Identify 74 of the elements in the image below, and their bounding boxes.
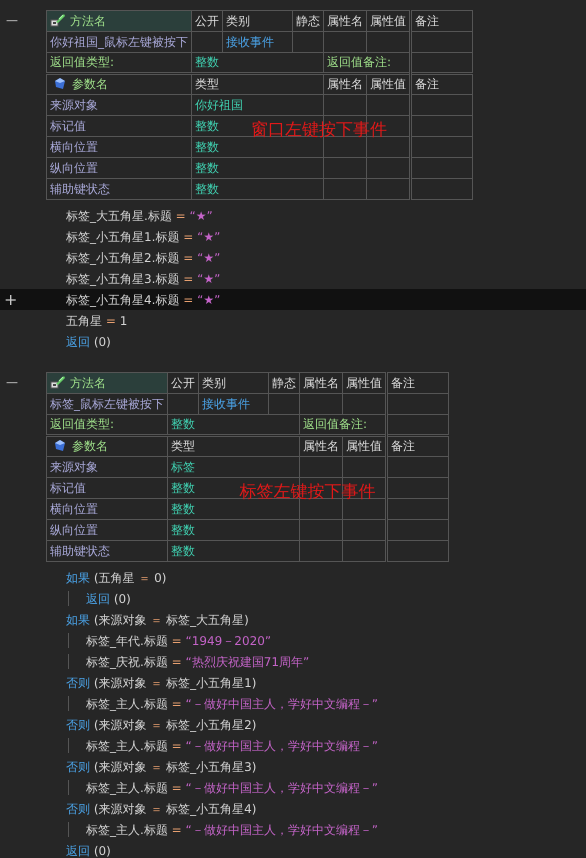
parameter-name: 辅助键状态 [46, 540, 168, 562]
table-label: 返回值类型: [46, 414, 168, 436]
code-line: 否则 (来源对象 ＝ 标签_小五角星3) [66, 758, 256, 776]
parameter-type: 整数 [168, 498, 300, 520]
parameter-type: 你好祖国 [192, 94, 324, 116]
parameter-type: 整数 [168, 540, 300, 562]
parameter-type: 整数 [192, 136, 324, 158]
code-line: 标签_小五角星4.标题 = “★” [66, 292, 220, 308]
parameter-name: 横向位置 [46, 498, 168, 520]
parameter-name: 标记值 [46, 116, 192, 136]
column-header: 备注 [386, 372, 448, 394]
fold-toggle[interactable]: — [0, 372, 18, 393]
gem-icon [54, 77, 66, 90]
column-header: 类型 [168, 436, 300, 456]
gem-icon [54, 439, 66, 452]
code-line: 返回 (0) [86, 590, 131, 608]
column-header: 方法名 [70, 14, 106, 28]
code-line: 如果 (来源对象 ＝ 标签_大五角星) [66, 612, 249, 628]
parameter-name: 标记值 [46, 478, 168, 498]
parameter-name: 来源对象 [46, 456, 168, 478]
code-line: 标签_小五角星1.标题 = “★” [66, 228, 220, 246]
method-name: 标签_鼠标左键被按下 [46, 394, 168, 414]
code-line: 返回 (0) [66, 842, 111, 858]
code-line: 标签_大五角星.标题 = “★” [66, 208, 213, 224]
column-header: 属性名 [324, 10, 366, 32]
code-line: 返回 (0) [66, 334, 111, 350]
column-header: 静态 [268, 372, 300, 394]
code-line: 标签_主人.标题 = “－做好中国主人，学好中文编程－” [86, 738, 378, 754]
code-line: 五角星 = 1 [66, 312, 128, 330]
parameter-type: 标签 [168, 456, 300, 478]
code-line: 标签_小五角星3.标题 = “★” [66, 270, 220, 288]
code-line: 否则 (来源对象 ＝ 标签_小五角星2) [66, 716, 256, 734]
column-header: 参数名 [72, 77, 108, 91]
code-line: 如果 (五角星 ＝ 0) [66, 570, 166, 586]
code-line: 标签_庆祝.标题 = “热烈庆祝建国71周年” [86, 654, 310, 670]
column-header: 公开 [192, 10, 222, 32]
column-header: 参数名 [72, 439, 108, 453]
parameter-type: 整数 [192, 158, 324, 178]
line-marker[interactable]: + [4, 290, 18, 309]
parameter-name: 横向位置 [46, 136, 192, 158]
column-header: 属性名 [300, 372, 342, 394]
parameter-name: 来源对象 [46, 94, 192, 116]
column-header: 属性值 [366, 74, 410, 94]
parameter-type: 整数 [168, 520, 300, 540]
column-header: 属性值 [366, 10, 410, 32]
code-line: 标签_小五角星2.标题 = “★” [66, 250, 220, 266]
fold-toggle[interactable]: — [0, 10, 18, 31]
column-header: 属性名 [324, 74, 366, 94]
column-header: 静态 [292, 10, 324, 32]
column-header: 备注 [410, 74, 472, 94]
method-name: 你好祖国_鼠标左键被按下 [46, 32, 192, 52]
code-line: 标签_主人.标题 = “－做好中国主人，学好中文编程－” [86, 822, 378, 838]
parameter-name: 纵向位置 [46, 520, 168, 540]
column-header: 属性名 [300, 436, 342, 456]
code-line: 标签_主人.标题 = “－做好中国主人，学好中文编程－” [86, 780, 378, 796]
column-header: 公开 [168, 372, 198, 394]
column-header: 备注 [410, 10, 472, 32]
column-header: 方法名 [70, 376, 106, 390]
method-category: 接收事件 [198, 394, 268, 414]
method-category: 接收事件 [222, 32, 292, 52]
code-line: 否则 (来源对象 ＝ 标签_小五角星1) [66, 674, 256, 692]
column-header: 类别 [222, 10, 292, 32]
code-line: 标签_年代.标题 = “1949－2020” [86, 632, 272, 650]
code-line: 标签_主人.标题 = “－做好中国主人，学好中文编程－” [86, 696, 378, 712]
column-header: 类型 [192, 74, 324, 94]
column-header: 属性值 [342, 436, 386, 456]
parameter-name: 辅助键状态 [46, 178, 192, 200]
parameter-type: 整数 [192, 178, 324, 200]
code-line: 否则 (来源对象 ＝ 标签_小五角星4) [66, 800, 256, 818]
parameter-name: 纵向位置 [46, 158, 192, 178]
table-label: 返回值类型: [46, 52, 192, 74]
column-header: 备注 [386, 436, 448, 456]
column-header: 类别 [198, 372, 268, 394]
column-header: 属性值 [342, 372, 386, 394]
